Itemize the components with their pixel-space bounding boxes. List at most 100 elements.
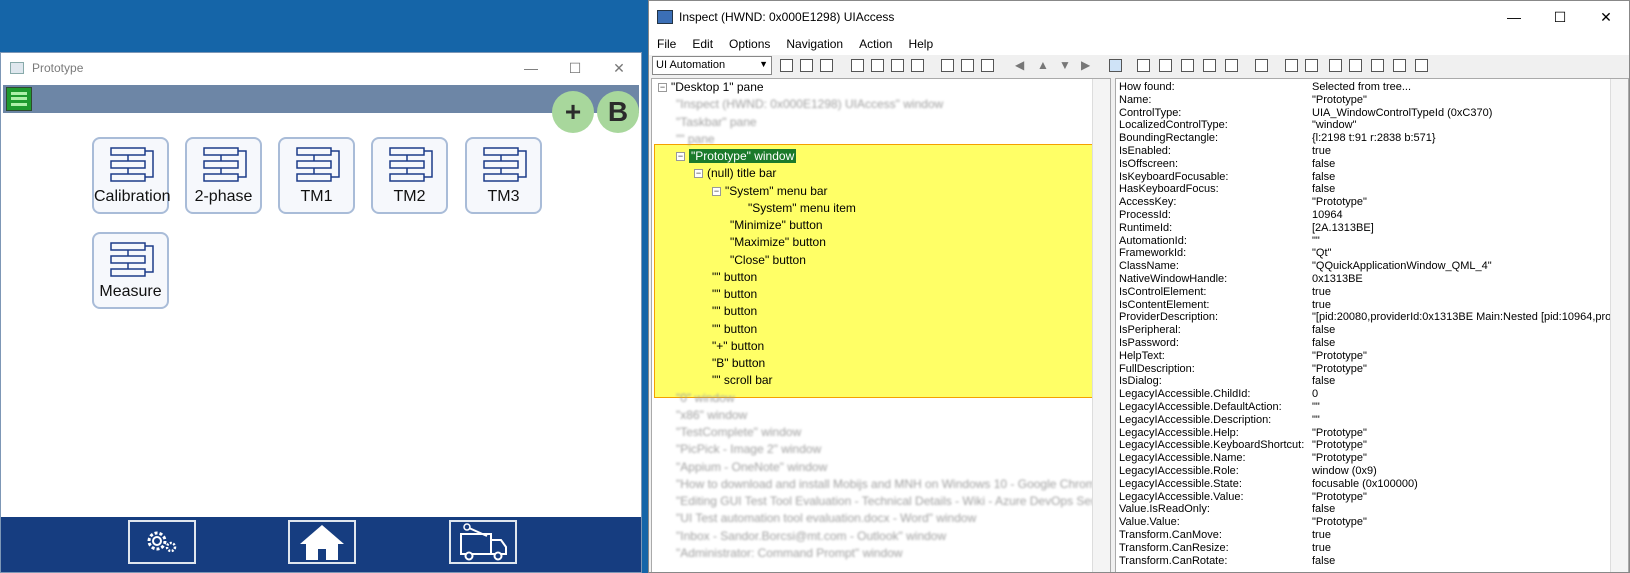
tree-node-blurred[interactable]: "Administrator: Command Prompt" window: [676, 545, 903, 562]
refresh-icon[interactable]: [780, 59, 793, 72]
tree-icon[interactable]: [1255, 59, 1268, 72]
tree-node-blurred[interactable]: "0" window: [676, 390, 735, 407]
watch-tooltip-icon[interactable]: [961, 59, 974, 72]
parent-icon[interactable]: [1137, 59, 1150, 72]
property-value: 0: [1312, 388, 1319, 401]
tile-2-phase[interactable]: 2-phase: [185, 137, 262, 214]
collapse-icon[interactable]: −: [694, 169, 703, 179]
tree-node-blurred[interactable]: "Inspect (HWND: 0x000E1298) UIAccess" wi…: [676, 96, 943, 113]
nav-down-icon[interactable]: ▼: [1059, 58, 1071, 72]
tile-tm2[interactable]: TM2: [371, 137, 448, 214]
property-value: "": [1312, 401, 1320, 413]
menu-action[interactable]: Action: [859, 37, 892, 51]
first-child-icon[interactable]: [1159, 59, 1172, 72]
maximize-button[interactable]: ☐: [553, 60, 597, 77]
mode-select[interactable]: UI Automation ▼: [652, 56, 772, 75]
tree-node-blurred[interactable]: "How to download and install Mobijs and …: [676, 476, 1110, 493]
tree-node-blurred[interactable]: "TestComplete" window: [676, 424, 801, 441]
tree-node-maximize-button[interactable]: "Maximize" button: [730, 234, 826, 251]
tile-label: 2-phase: [194, 188, 253, 205]
menu-navigation[interactable]: Navigation: [786, 37, 843, 51]
tree-node-prototype-window[interactable]: − "Prototype" window: [676, 148, 797, 165]
b-button[interactable]: B: [597, 91, 639, 133]
copy-icon[interactable]: [800, 59, 813, 72]
menu-options[interactable]: Options: [729, 37, 770, 51]
menu-bar: File Edit Options Navigation Action Help: [649, 33, 1629, 55]
nav-back-icon[interactable]: ◀: [1015, 58, 1024, 72]
list-icon[interactable]: [1349, 59, 1362, 72]
inspect-title-bar: Inspect (HWND: 0x000E1298) UIAccess — ☐ …: [649, 1, 1629, 33]
collapse-icon[interactable]: [1329, 59, 1342, 72]
property-value: "window": [1312, 119, 1357, 132]
properties-scrollbar[interactable]: [1610, 79, 1628, 572]
tree-node-scroll-bar[interactable]: "" scroll bar: [712, 372, 773, 389]
hamburger-menu-icon[interactable]: [6, 87, 32, 111]
export-icon[interactable]: [1371, 59, 1384, 72]
highlight-icon[interactable]: [911, 59, 924, 72]
property-name: IsEnabled:: [1119, 145, 1171, 157]
collapse-icon[interactable]: −: [676, 152, 685, 162]
tree-node-button[interactable]: "" button: [712, 286, 757, 303]
property-name: ProcessId:: [1119, 209, 1171, 221]
rectangle-icon[interactable]: [851, 59, 864, 72]
tree-node-plus-button[interactable]: "+" button: [712, 338, 764, 355]
tile-tm3[interactable]: TM3: [465, 137, 542, 214]
tree-node-desktop[interactable]: − "Desktop 1" pane: [658, 79, 764, 96]
tile-tm1[interactable]: TM1: [278, 137, 355, 214]
settings-button[interactable]: [128, 520, 196, 564]
flowchart-icon: [110, 242, 154, 277]
tree-node-system-menu-bar[interactable]: − "System" menu bar: [712, 183, 828, 200]
expand-icon[interactable]: [1305, 59, 1318, 72]
tree-node-blurred[interactable]: "Appium - OneNote" window: [676, 459, 827, 476]
options-icon[interactable]: [820, 59, 833, 72]
tile-measure[interactable]: Measure: [92, 232, 169, 309]
tree-node-system-menu-item[interactable]: "System" menu item: [748, 200, 856, 217]
tree-node-blurred[interactable]: "x86" window: [676, 407, 747, 424]
close-button[interactable]: ✕: [597, 60, 641, 77]
action-icon[interactable]: [1285, 59, 1298, 72]
nav-up-icon[interactable]: ▲: [1037, 58, 1049, 72]
tree-node-blurred[interactable]: "Inbox - Sandor.Borcsi@mt.com - Outlook"…: [676, 528, 946, 545]
maximize-button[interactable]: ☐: [1537, 9, 1583, 26]
minimize-button[interactable]: —: [509, 60, 553, 76]
prev-sibling-icon[interactable]: [1181, 59, 1194, 72]
collapse-icon[interactable]: −: [658, 83, 667, 93]
close-button[interactable]: ✕: [1583, 9, 1629, 26]
show-highlight-icon[interactable]: [981, 59, 994, 72]
tree-node-blurred[interactable]: "Taskbar" pane: [676, 114, 757, 131]
tree-node-minimize-button[interactable]: "Minimize" button: [730, 217, 823, 234]
element-tree[interactable]: − "Desktop 1" pane "Inspect (HWND: 0x000E…: [651, 78, 1111, 572]
collapse-icon[interactable]: −: [712, 187, 721, 197]
menu-help[interactable]: Help: [908, 37, 933, 51]
last-child-icon[interactable]: [1225, 59, 1238, 72]
property-name: LegacyIAccessible.Value:: [1119, 490, 1244, 503]
tree-node-blurred[interactable]: "Editing GUI Test Tool Evaluation - Tech…: [676, 493, 1110, 510]
minimize-button[interactable]: —: [1491, 9, 1537, 25]
menu-edit[interactable]: Edit: [692, 37, 713, 51]
nav-forward-icon[interactable]: ▶: [1081, 58, 1090, 72]
next-sibling-icon[interactable]: [1203, 59, 1216, 72]
caret-icon[interactable]: [871, 59, 884, 72]
tile-calibration[interactable]: Calibration: [92, 137, 170, 214]
tree-node-button[interactable]: "" button: [712, 303, 757, 320]
menu-file[interactable]: File: [657, 37, 676, 51]
property-name: LocalizedControlType:: [1119, 119, 1228, 132]
service-button[interactable]: [449, 520, 517, 564]
tree-node-title-bar[interactable]: − (null) title bar: [694, 165, 776, 182]
tree-view-icon[interactable]: [1109, 59, 1122, 72]
tree-node-blurred[interactable]: "" pane: [676, 131, 715, 148]
tree-node-button[interactable]: "" button: [712, 321, 757, 338]
tree-node-button[interactable]: "" button: [712, 269, 757, 286]
watch-focus-icon[interactable]: [941, 59, 954, 72]
tree-node-b-button[interactable]: "B" button: [712, 355, 765, 372]
property-value: false: [1312, 337, 1336, 349]
tree-node-close-button[interactable]: "Close" button: [730, 252, 806, 269]
home-button[interactable]: [288, 520, 356, 564]
plus-button[interactable]: +: [552, 91, 594, 133]
tree-node-blurred[interactable]: "UI Test automation tool evaluation.docx…: [676, 510, 976, 527]
tree-node-blurred[interactable]: "PicPick - Image 2" window: [676, 441, 821, 458]
properties-icon[interactable]: [1393, 59, 1406, 72]
sync-icon[interactable]: [1415, 59, 1428, 72]
tree-scrollbar[interactable]: [1092, 79, 1110, 572]
pointer-icon[interactable]: [891, 59, 904, 72]
